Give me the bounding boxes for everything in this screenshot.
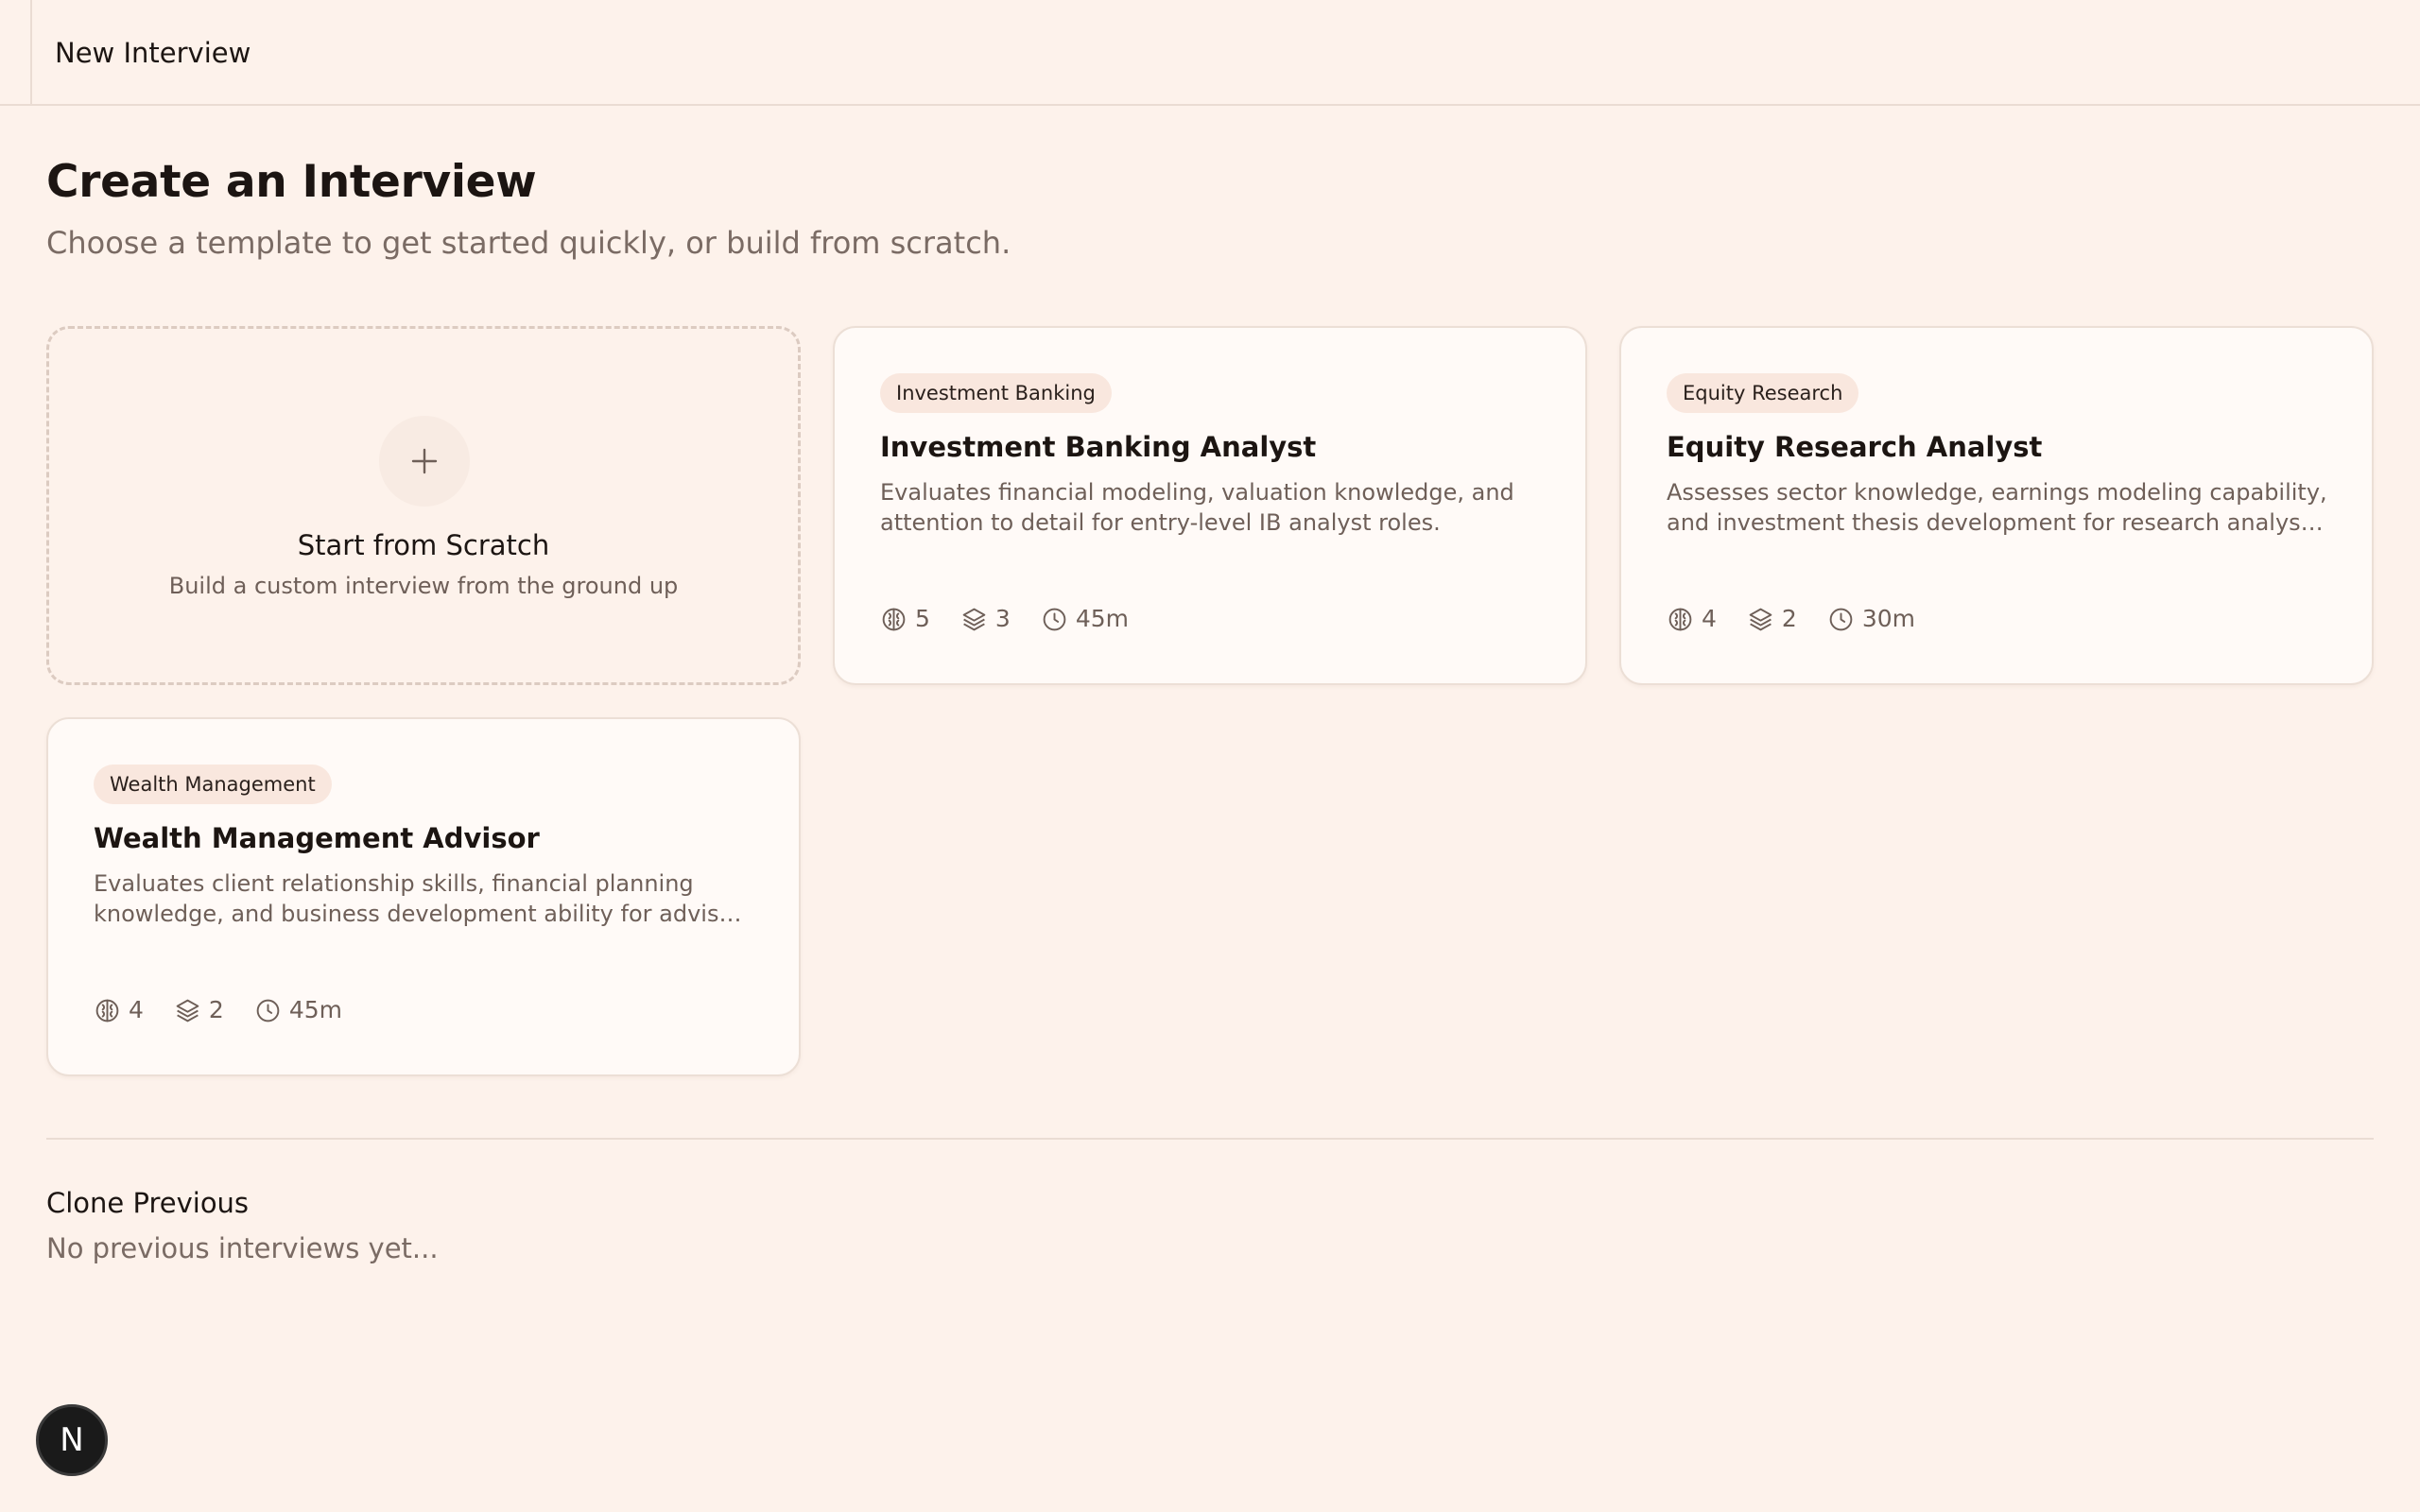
template-description: Evaluates financial modeling, valuation … <box>880 479 1514 536</box>
template-title: Wealth Management Advisor <box>94 822 540 854</box>
sections-stat: 3 <box>960 604 1011 634</box>
competencies-stat: 5 <box>880 604 930 634</box>
template-description: Assesses sector knowledge, earnings mode… <box>1667 479 2327 536</box>
clone-previous-heading: Clone Previous <box>46 1187 250 1219</box>
top-bar: New Interview <box>0 0 2420 106</box>
competencies-stat: 4 <box>94 995 144 1025</box>
sections-count: 2 <box>208 996 224 1023</box>
template-title: Equity Research Analyst <box>1667 431 2043 463</box>
scratch-subtitle: Build a custom interview from the ground… <box>168 573 679 599</box>
layers-icon <box>962 608 986 630</box>
brain-icon <box>882 608 906 630</box>
page-subtitle: Choose a template to get started quickly… <box>46 225 1011 261</box>
page-title: Create an Interview <box>46 156 537 208</box>
duration-stat: 30m <box>1827 604 1915 634</box>
scratch-title: Start from Scratch <box>297 529 550 561</box>
sections-stat: 2 <box>174 995 224 1025</box>
category-tag: Equity Research <box>1667 373 1859 413</box>
competencies-count: 5 <box>915 605 930 632</box>
template-stats: 4 2 30m <box>1667 604 1945 634</box>
brain-icon <box>1668 608 1692 630</box>
template-card-wealth-management[interactable]: Wealth Management Wealth Management Advi… <box>46 717 801 1076</box>
category-tag: Investment Banking <box>880 373 1112 413</box>
layers-icon <box>1749 608 1772 630</box>
duration-value: 45m <box>1075 605 1129 632</box>
competencies-stat: 4 <box>1667 604 1717 634</box>
layers-icon <box>176 999 199 1022</box>
sections-count: 2 <box>1781 605 1797 632</box>
template-card-equity-research[interactable]: Equity Research Equity Research Analyst … <box>1619 326 2374 685</box>
duration-value: 45m <box>288 996 342 1023</box>
sections-stat: 2 <box>1747 604 1797 634</box>
clock-icon <box>1829 608 1853 630</box>
template-title: Investment Banking Analyst <box>880 431 1317 463</box>
brain-icon <box>95 999 119 1022</box>
header-title: New Interview <box>55 37 251 69</box>
duration-value: 30m <box>1861 605 1915 632</box>
start-from-scratch-card[interactable]: Start from Scratch Build a custom interv… <box>46 326 801 685</box>
clone-empty-state: No previous interviews yet... <box>46 1232 439 1264</box>
sections-count: 3 <box>994 605 1011 632</box>
next-dev-badge[interactable]: N <box>36 1404 108 1476</box>
section-divider <box>46 1138 2374 1140</box>
duration-stat: 45m <box>1041 604 1129 634</box>
duration-stat: 45m <box>254 995 342 1025</box>
template-description: Evaluates client relationship skills, fi… <box>94 870 742 927</box>
template-stats: 4 2 45m <box>94 995 372 1025</box>
clock-icon <box>256 999 280 1022</box>
clock-icon <box>1043 608 1066 630</box>
plus-icon <box>379 416 470 507</box>
competencies-count: 4 <box>1702 605 1717 632</box>
category-tag: Wealth Management <box>94 765 332 804</box>
competencies-count: 4 <box>129 996 144 1023</box>
template-card-investment-banking[interactable]: Investment Banking Investment Banking An… <box>833 326 1587 685</box>
template-stats: 5 3 45m <box>880 604 1159 634</box>
sidebar-divider <box>30 0 32 106</box>
